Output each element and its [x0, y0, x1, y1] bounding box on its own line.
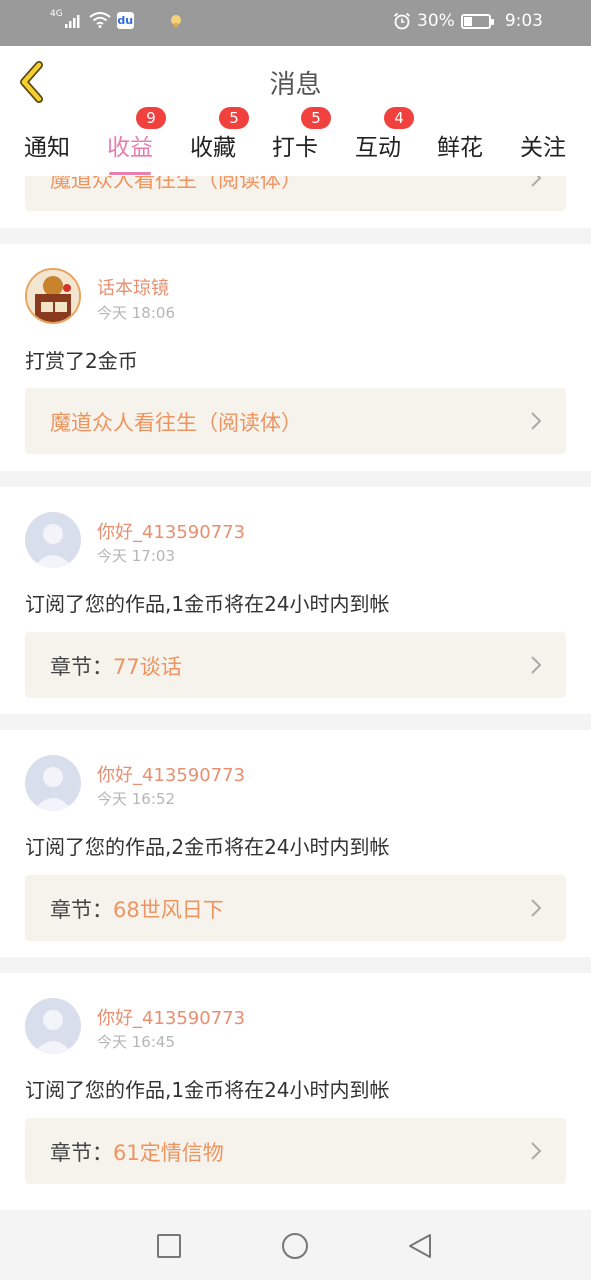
chapter-link[interactable]: 章节：61定情信物: [25, 1118, 566, 1184]
chapter-title: 77谈话: [113, 655, 182, 679]
link-label: 章节：68世风日下: [50, 894, 224, 924]
tab-label: 打卡: [272, 135, 318, 161]
tab-favorites[interactable]: 收藏 5: [190, 107, 249, 162]
network-type: 4G: [50, 8, 63, 19]
link-label: 章节：77谈话: [50, 651, 182, 681]
tab-flowers[interactable]: 鲜花: [437, 128, 483, 162]
tab-label: 互动: [355, 135, 401, 161]
message-card: 魔道众人看往生（阅读体）: [0, 176, 591, 228]
default-avatar-icon: [25, 755, 81, 811]
message-card: 话本琼镜 今天 18:06 打赏了2金币 魔道众人看往生（阅读体）: [0, 244, 591, 471]
chevron-right-icon: [531, 176, 542, 187]
battery-level: [463, 16, 472, 26]
signal-icon: [64, 15, 80, 28]
tab-label: 关注: [520, 135, 566, 161]
chevron-right-icon: [531, 1142, 542, 1160]
system-nav-bar: [0, 1210, 591, 1280]
tab-label: 收益: [107, 135, 153, 161]
tab-checkin[interactable]: 打卡 5: [272, 107, 331, 162]
timestamp: 今天 18:06: [97, 304, 175, 322]
avatar[interactable]: [25, 268, 81, 324]
timestamp: 今天 17:03: [97, 547, 175, 565]
message-text: 订阅了您的作品,1金币将在24小时内到帐: [25, 592, 390, 616]
message-text: 订阅了您的作品,1金币将在24小时内到帐: [25, 1078, 390, 1102]
status-bar: 4G du 30% 9:03: [0, 0, 591, 46]
username[interactable]: 你好_413590773: [97, 761, 245, 787]
message-card: 你好_413590773 今天 17:03 订阅了您的作品,1金币将在24小时内…: [0, 487, 591, 714]
tab-label: 鲜花: [437, 135, 483, 161]
message-feed[interactable]: 魔道众人看往生（阅读体） 话本琼镜 今天 18:06 打赏了2金币 魔道众人看往…: [0, 176, 591, 1210]
link-label: 魔道众人看往生（阅读体）: [50, 407, 302, 437]
chevron-right-icon: [531, 899, 542, 917]
avatar[interactable]: [25, 512, 81, 568]
status-left: 4G du: [50, 8, 182, 29]
timestamp: 今天 16:52: [97, 790, 175, 808]
chapter-link[interactable]: 章节：77谈话: [25, 632, 566, 698]
default-avatar-icon: [25, 998, 81, 1054]
alarm-icon: [393, 12, 411, 30]
tab-badge: 9: [136, 107, 166, 129]
default-avatar-icon: [25, 512, 81, 568]
recents-icon[interactable]: [155, 1232, 183, 1260]
username[interactable]: 话本琼镜: [97, 274, 169, 300]
battery-percent: 30%: [417, 11, 455, 31]
work-link[interactable]: 魔道众人看往生（阅读体）: [25, 176, 566, 211]
tab-notifications[interactable]: 通知: [24, 128, 70, 162]
message-card: 你好_413590773 今天 16:52 订阅了您的作品,2金币将在24小时内…: [0, 730, 591, 957]
tab-bar: 通知 收益 9 收藏 5 打卡 5 互动 4 鲜花 关注: [0, 107, 591, 176]
tab-badge: 4: [384, 107, 414, 129]
tab-interaction[interactable]: 互动 4: [355, 107, 414, 162]
wifi-icon: [89, 12, 111, 28]
avatar-image: [27, 270, 79, 322]
message-text: 订阅了您的作品,2金币将在24小时内到帐: [25, 835, 390, 859]
battery-icon: [460, 13, 494, 29]
username[interactable]: 你好_413590773: [97, 518, 245, 544]
username[interactable]: 你好_413590773: [97, 1004, 245, 1030]
tab-badge: 5: [301, 107, 331, 129]
link-label: 章节：61定情信物: [50, 1137, 224, 1167]
clock: 9:03: [504, 11, 543, 31]
avatar[interactable]: [25, 998, 81, 1054]
message-card: 你好_413590773 今天 16:45 订阅了您的作品,1金币将在24小时内…: [0, 973, 591, 1210]
message-text: 打赏了2金币: [25, 349, 138, 373]
tab-earnings[interactable]: 收益 9: [107, 107, 166, 175]
chapter-title: 61定情信物: [113, 1141, 224, 1165]
link-prefix: 章节：: [50, 1141, 113, 1165]
page-title: 消息: [269, 70, 322, 100]
chevron-right-icon: [531, 412, 542, 430]
tab-badge: 5: [219, 107, 249, 129]
home-icon[interactable]: [281, 1232, 309, 1260]
work-link[interactable]: 魔道众人看往生（阅读体）: [25, 388, 566, 454]
tab-label: 收藏: [190, 135, 236, 161]
tab-label: 通知: [24, 135, 70, 161]
back-nav-icon[interactable]: [406, 1232, 434, 1260]
chevron-right-icon: [531, 656, 542, 674]
chapter-link[interactable]: 章节：68世风日下: [25, 875, 566, 941]
notification-app-icon: [170, 15, 181, 27]
work-title: 魔道众人看往生（阅读体）: [50, 411, 302, 435]
work-title: 魔道众人看往生（阅读体）: [50, 176, 302, 192]
timestamp: 今天 16:45: [97, 1033, 175, 1051]
link-prefix: 章节：: [50, 898, 113, 922]
avatar[interactable]: [25, 755, 81, 811]
tab-following[interactable]: 关注: [520, 128, 566, 162]
baidu-icon: du: [116, 11, 134, 29]
header: 消息: [0, 46, 591, 118]
active-tab-indicator: [109, 172, 151, 175]
link-prefix: 章节：: [50, 655, 113, 679]
status-right: 30% 9:03: [393, 11, 543, 31]
chapter-title: 68世风日下: [113, 898, 224, 922]
